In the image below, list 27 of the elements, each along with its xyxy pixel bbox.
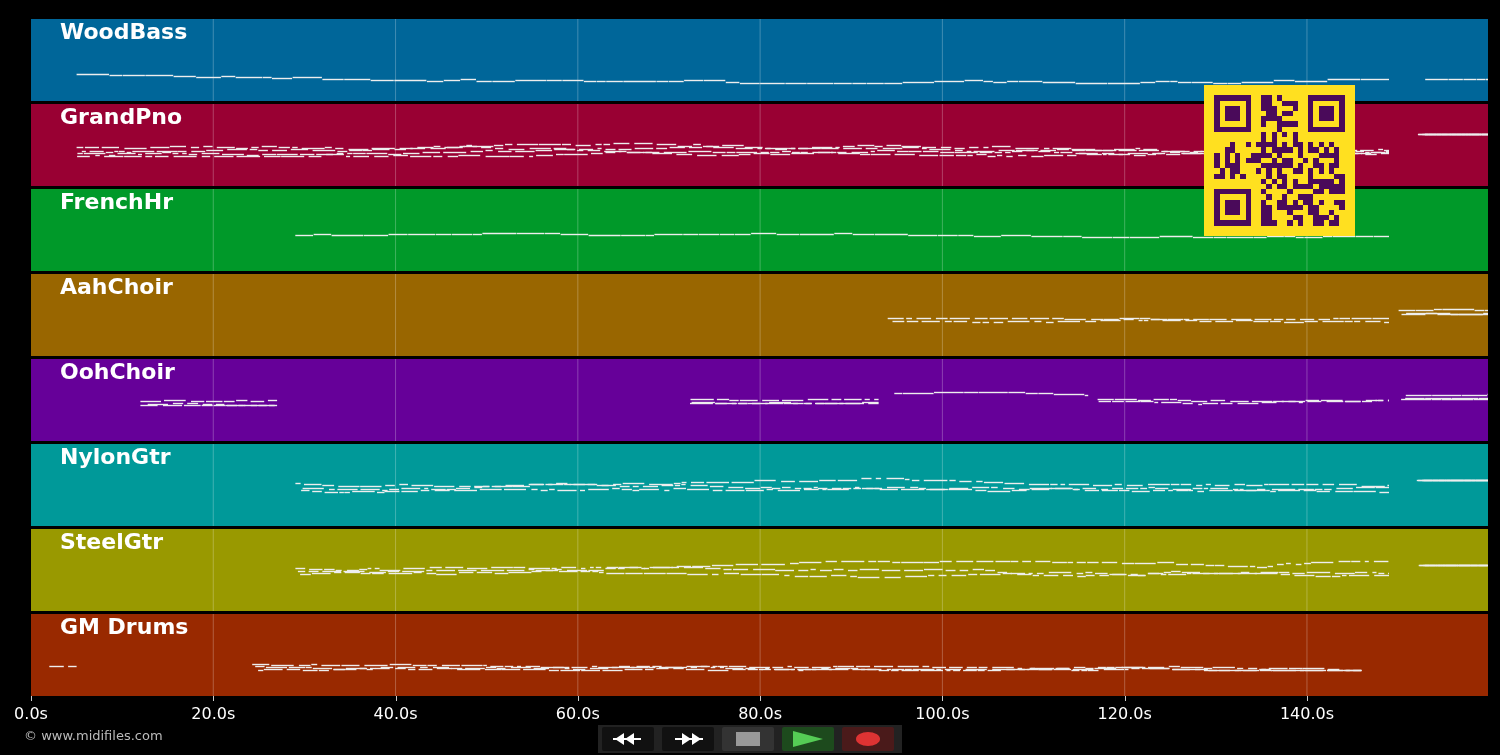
play-button[interactable] [782, 727, 834, 751]
axis-tick-label: 80.0s [738, 703, 783, 725]
fast-forward-icon [673, 732, 703, 746]
track-name: OohChoir [60, 360, 175, 385]
record-button[interactable] [842, 727, 894, 751]
axis-tick-label: 140.0s [1279, 703, 1334, 725]
fast-forward-button[interactable] [662, 727, 714, 751]
play-icon [793, 731, 823, 747]
axis-tick-label: 60.0s [555, 703, 600, 725]
rewind-button[interactable] [602, 727, 654, 751]
track-name: AahChoir [60, 275, 173, 300]
track-name: SteelGtr [60, 530, 164, 555]
track-name: GrandPno [60, 105, 183, 130]
axis-tick-label: 120.0s [1097, 703, 1152, 725]
track-name: FrenchHr [60, 190, 174, 215]
axis-tick-label: 40.0s [373, 703, 418, 725]
track-name: WoodBass [60, 20, 188, 45]
axis-tick-label: 0.0s [14, 703, 48, 725]
copyright-text: © www.midifiles.com [24, 727, 163, 745]
record-icon [856, 732, 880, 746]
axis-tick-label: 20.0s [191, 703, 236, 725]
stop-icon [736, 732, 760, 746]
track-name: NylonGtr [60, 445, 171, 470]
track-name: GM Drums [60, 615, 189, 640]
rewind-icon [613, 732, 643, 746]
stop-button[interactable] [722, 727, 774, 751]
axis-tick-label: 100.0s [915, 703, 970, 725]
